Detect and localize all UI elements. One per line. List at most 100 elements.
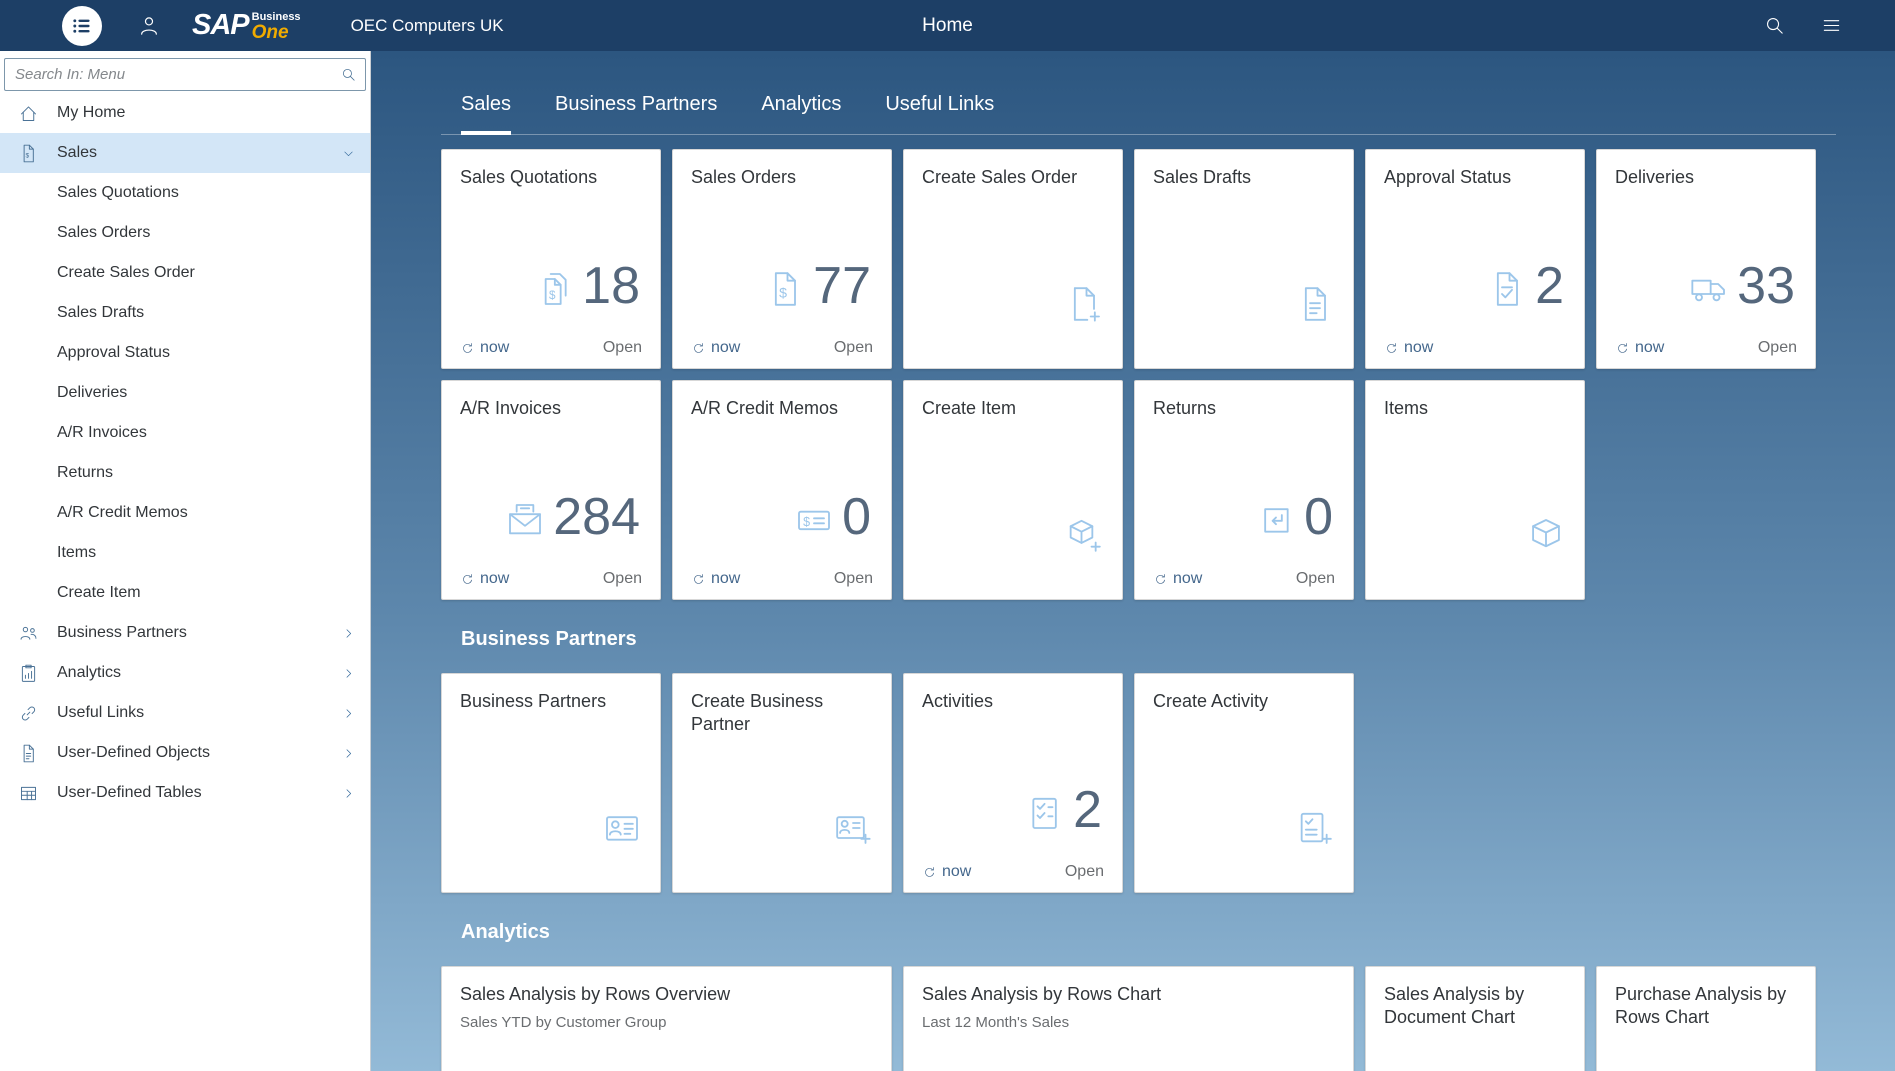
search-icon[interactable] [1763, 14, 1786, 37]
svg-text:$: $ [25, 152, 29, 159]
sidebar-search [4, 58, 366, 91]
sidebar-item-sales-drafts[interactable]: Sales Drafts [0, 293, 370, 333]
tile-title: Deliveries [1615, 166, 1797, 189]
tile-open-link[interactable]: Open [603, 570, 642, 588]
tile-sales-analysis-by-document-chart[interactable]: Sales Analysis by Document Chart [1365, 966, 1585, 1071]
tile-a-r-invoices[interactable]: A/R Invoices284nowOpen [441, 380, 661, 600]
chevron-right-icon[interactable] [341, 666, 356, 681]
sidebar-subitem-label: Sales Quotations [57, 184, 179, 202]
tile-open-link[interactable]: Open [834, 339, 873, 357]
sidebar-item-sales-quotations[interactable]: Sales Quotations [0, 173, 370, 213]
menu-icon [66, 10, 98, 42]
sidebar-item-approval-status[interactable]: Approval Status [0, 333, 370, 373]
deliveries-icon [1689, 269, 1729, 309]
tile-create-activity[interactable]: Create Activity [1134, 673, 1354, 893]
tile-open-link[interactable]: Open [834, 570, 873, 588]
tile-refresh[interactable]: now [1153, 570, 1202, 588]
tab-sales[interactable]: Sales [461, 91, 511, 135]
sidebar-item-create-item[interactable]: Create Item [0, 573, 370, 613]
magnifier-icon[interactable] [340, 66, 357, 83]
tile-kpi: $77 [765, 260, 871, 312]
chevron-right-icon[interactable] [341, 746, 356, 761]
chevron-right-icon[interactable] [341, 706, 356, 721]
tile-title: A/R Credit Memos [691, 397, 873, 420]
tab-useful-links[interactable]: Useful Links [885, 91, 994, 135]
logo-business-text: Business [252, 12, 301, 23]
main-menu-button[interactable] [62, 6, 102, 46]
tile-count: 18 [582, 260, 640, 312]
tile-refresh[interactable]: now [460, 339, 509, 357]
tile-count: 0 [842, 491, 871, 543]
sidebar-item-analytics[interactable]: Analytics [0, 653, 370, 693]
tile-deliveries[interactable]: Deliveries33nowOpen [1596, 149, 1816, 369]
tile-purchase-analysis-by-rows-chart[interactable]: Purchase Analysis by Rows Chart [1596, 966, 1816, 1071]
tile-refresh[interactable]: now [1384, 339, 1433, 357]
chevron-right-icon[interactable] [341, 626, 356, 641]
sidebar-item-label: Useful Links [57, 704, 144, 722]
tile-business-partners[interactable]: Business Partners [441, 673, 661, 893]
tile-items[interactable]: Items [1365, 380, 1585, 600]
sidebar-item-sales[interactable]: $ Sales [0, 133, 370, 173]
tile-open-link[interactable]: Open [1758, 339, 1797, 357]
sidebar-item-label: User-Defined Tables [57, 784, 202, 802]
tile-sales-orders[interactable]: Sales Orders$77nowOpen [672, 149, 892, 369]
tile-title: Sales Drafts [1153, 166, 1335, 189]
top-bar: SAP Business One OEC Computers UK Home [0, 0, 1895, 51]
user-profile-icon[interactable] [136, 13, 162, 39]
svg-text:$: $ [549, 289, 556, 302]
tile-open-link[interactable]: Open [603, 339, 642, 357]
chevron-down-icon[interactable] [341, 146, 356, 161]
sidebar-item-business-partners[interactable]: Business Partners [0, 613, 370, 653]
tile-open-link[interactable]: Open [1065, 863, 1104, 881]
tile-create-sales-order[interactable]: Create Sales Order [903, 149, 1123, 369]
tab-business-partners[interactable]: Business Partners [555, 91, 717, 135]
sales-order-icon: $ [765, 269, 805, 309]
sidebar-item-items[interactable]: Items [0, 533, 370, 573]
refresh-icon [460, 572, 475, 587]
sidebar-item-label: Sales [57, 144, 97, 162]
tile-refresh[interactable]: now [691, 339, 740, 357]
tile-approval-status[interactable]: Approval Status2now [1365, 149, 1585, 369]
sidebar-item-create-sales-order[interactable]: Create Sales Order [0, 253, 370, 293]
sidebar-item-sales-orders[interactable]: Sales Orders [0, 213, 370, 253]
tile-footer: now Open [460, 570, 642, 588]
business-partners-icon [18, 623, 39, 644]
create-business-partner-icon [833, 808, 873, 848]
tile-sales-analysis-by-rows-chart[interactable]: Sales Analysis by Rows ChartLast 12 Mont… [903, 966, 1354, 1071]
tile-a-r-credit-memos[interactable]: A/R Credit Memos$0nowOpen [672, 380, 892, 600]
tile-create-business-partner[interactable]: Create Business Partner [672, 673, 892, 893]
sidebar-item-my-home[interactable]: My Home [0, 93, 370, 133]
tile-returns[interactable]: Returns0nowOpen [1134, 380, 1354, 600]
sidebar-item-user-defined-objects[interactable]: User-Defined Objects [0, 733, 370, 773]
tile-activities[interactable]: Activities2nowOpen [903, 673, 1123, 893]
sidebar-item-a-r-credit-memos[interactable]: A/R Credit Memos [0, 493, 370, 533]
tile-sales-analysis-by-rows-overview[interactable]: Sales Analysis by Rows OverviewSales YTD… [441, 966, 892, 1071]
sidebar-item-deliveries[interactable]: Deliveries [0, 373, 370, 413]
sidebar-item-a-r-invoices[interactable]: A/R Invoices [0, 413, 370, 453]
tile-footer: now Open [691, 570, 873, 588]
menu-search-input[interactable] [4, 58, 366, 91]
tile-sales-drafts[interactable]: Sales Drafts [1134, 149, 1354, 369]
tile-refresh[interactable]: now [1615, 339, 1664, 357]
tile-sales-quotations[interactable]: Sales Quotations$18nowOpen [441, 149, 661, 369]
tile-subtitle: Last 12 Month's Sales [922, 1014, 1335, 1031]
tile-open-link[interactable]: Open [1296, 570, 1335, 588]
sidebar-item-returns[interactable]: Returns [0, 453, 370, 493]
tile-refresh[interactable]: now [691, 570, 740, 588]
sales-quotation-icon: $ [534, 269, 574, 309]
sidebar-subitem-label: Sales Drafts [57, 304, 144, 322]
tile-kpi: 2 [1025, 784, 1102, 836]
sidebar-item-useful-links[interactable]: Useful Links [0, 693, 370, 733]
tile-refresh[interactable]: now [922, 863, 971, 881]
tab-analytics[interactable]: Analytics [761, 91, 841, 135]
options-list-icon[interactable] [1820, 14, 1843, 37]
tile-footer: now [1384, 339, 1566, 357]
chevron-right-icon[interactable] [341, 786, 356, 801]
tile-title: Returns [1153, 397, 1335, 420]
tile-create-item[interactable]: Create Item [903, 380, 1123, 600]
tile-refresh[interactable]: now [460, 570, 509, 588]
tab-bar: Sales Business Partners Analytics Useful Li… [441, 91, 1836, 135]
sidebar-item-user-defined-tables[interactable]: User-Defined Tables [0, 773, 370, 813]
analytics-icon [18, 663, 39, 684]
user-defined-tables-icon [18, 783, 39, 804]
